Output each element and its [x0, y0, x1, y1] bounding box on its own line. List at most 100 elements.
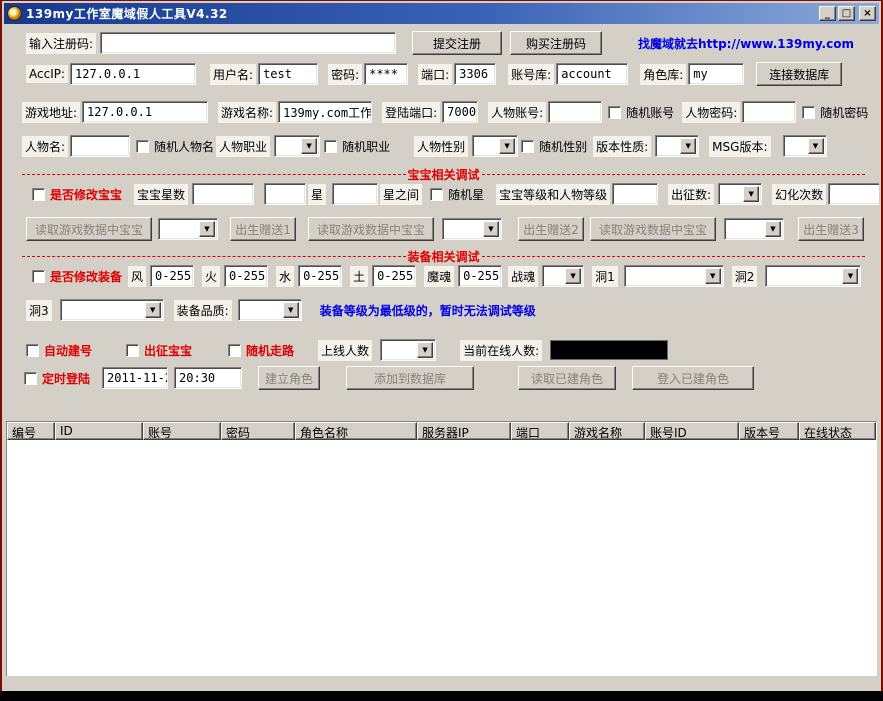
game-name-input[interactable]: 139my.com工作室: [278, 101, 372, 123]
buy-code-button[interactable]: 购买注册码: [510, 31, 602, 55]
random-gender-checkbox[interactable]: [521, 140, 534, 153]
submit-registration-button[interactable]: 提交注册: [412, 31, 502, 55]
hole2-select[interactable]: ▼: [765, 265, 861, 287]
col-header-game-name[interactable]: 游戏名称: [569, 422, 645, 440]
random-account-checkbox[interactable]: [608, 106, 621, 119]
pet-stars-input-3[interactable]: [332, 183, 378, 205]
dropdown-arrow-icon[interactable]: ▼: [765, 221, 781, 237]
birth-gift-1-button[interactable]: 出生赠送1: [230, 217, 296, 241]
version-select[interactable]: ▼: [655, 135, 699, 157]
acc-ip-input[interactable]: 127.0.0.1: [70, 63, 196, 85]
create-role-button[interactable]: 建立角色: [258, 366, 320, 390]
random-name-checkbox[interactable]: [136, 140, 149, 153]
read-roles-button[interactable]: 读取已建角色: [518, 366, 616, 390]
fire-input[interactable]: 0-255: [224, 265, 268, 287]
dropdown-arrow-icon[interactable]: ▼: [301, 138, 317, 154]
titlebar[interactable]: 139my工作室魔域假人工具V4.32 _ □ ×: [4, 3, 879, 24]
col-header-role-name[interactable]: 角色名称: [295, 422, 417, 440]
maximize-button[interactable]: □: [838, 6, 855, 21]
read-pet-data-button-2[interactable]: 读取游戏数据中宝宝: [308, 217, 434, 241]
col-header-server-ip[interactable]: 服务器IP: [417, 422, 511, 440]
game-address-input[interactable]: 127.0.0.1: [82, 101, 208, 123]
reg-code-input[interactable]: [100, 32, 396, 54]
job-select[interactable]: ▼: [274, 135, 320, 157]
login-time-input[interactable]: 20:30: [174, 367, 242, 389]
water-input[interactable]: 0-255: [298, 265, 342, 287]
random-gender-label: 随机性别: [539, 138, 587, 155]
read-pet-data-button-1[interactable]: 读取游戏数据中宝宝: [26, 217, 152, 241]
db-port-input[interactable]: 3306: [454, 63, 496, 85]
random-walk-checkbox[interactable]: [228, 344, 241, 357]
pet-select-1[interactable]: ▼: [158, 218, 218, 240]
pet-level-input[interactable]: [612, 183, 658, 205]
dropdown-arrow-icon[interactable]: ▼: [743, 186, 759, 202]
col-header-password[interactable]: 密码: [221, 422, 295, 440]
birth-gift-2-button[interactable]: 出生赠送2: [518, 217, 584, 241]
login-date-input[interactable]: 2011-11-26: [102, 367, 168, 389]
battle-soul-select[interactable]: ▼: [542, 265, 584, 287]
pet-section-divider: 宝宝相关调试: [22, 168, 865, 180]
morph-count-input[interactable]: [828, 183, 879, 205]
hole1-select[interactable]: ▼: [624, 265, 724, 287]
dropdown-arrow-icon[interactable]: ▼: [417, 342, 433, 358]
dropdown-arrow-icon[interactable]: ▼: [145, 302, 161, 318]
char-name-input[interactable]: [70, 135, 130, 157]
db-password-input[interactable]: ****: [364, 63, 408, 85]
login-port-input[interactable]: 7000: [442, 101, 478, 123]
online-count-select[interactable]: ▼: [380, 339, 436, 361]
earth-input[interactable]: 0-255: [372, 265, 416, 287]
scheduled-login-checkbox[interactable]: [24, 372, 37, 385]
quality-select[interactable]: ▼: [238, 299, 302, 321]
login-roles-button[interactable]: 登入已建角色: [632, 366, 754, 390]
col-header-version[interactable]: 版本号: [739, 422, 799, 440]
promo-link[interactable]: 找魔域就去http://www.139my.com: [638, 35, 854, 52]
random-star-checkbox[interactable]: [430, 188, 443, 201]
char-account-input[interactable]: [548, 101, 602, 123]
char-password-input[interactable]: [742, 101, 796, 123]
connect-db-button[interactable]: 连接数据库: [756, 62, 842, 86]
modify-equipment-checkbox[interactable]: [32, 270, 45, 283]
col-header-number[interactable]: 编号: [7, 422, 55, 440]
random-job-checkbox[interactable]: [324, 140, 337, 153]
random-job-label: 随机职业: [342, 138, 390, 155]
role-db-input[interactable]: my: [688, 63, 744, 85]
col-header-online-status[interactable]: 在线状态: [799, 422, 876, 440]
modify-pet-checkbox[interactable]: [32, 188, 45, 201]
account-db-input[interactable]: account: [556, 63, 628, 85]
dropdown-arrow-icon[interactable]: ▼: [499, 138, 515, 154]
read-pet-data-button-3[interactable]: 读取游戏数据中宝宝: [590, 217, 716, 241]
hole3-select[interactable]: ▼: [60, 299, 164, 321]
auto-create-checkbox[interactable]: [26, 344, 39, 357]
minimize-icon: _: [825, 8, 830, 19]
pet-stars-input-2[interactable]: [264, 183, 306, 205]
pet-expedition-checkbox[interactable]: [126, 344, 139, 357]
gender-select[interactable]: ▼: [472, 135, 518, 157]
msg-version-select[interactable]: ▼: [783, 135, 827, 157]
db-user-input[interactable]: test: [258, 63, 318, 85]
col-header-account-id[interactable]: 账号ID: [645, 422, 739, 440]
col-header-port[interactable]: 端口: [511, 422, 569, 440]
pet-select-2[interactable]: ▼: [442, 218, 502, 240]
minimize-button[interactable]: _: [819, 6, 836, 21]
random-password-checkbox[interactable]: [802, 106, 815, 119]
hole1-label: 洞1: [592, 266, 618, 287]
close-button[interactable]: ×: [859, 6, 876, 21]
pet-select-3[interactable]: ▼: [724, 218, 784, 240]
wind-input[interactable]: 0-255: [150, 265, 194, 287]
add-to-db-button[interactable]: 添加到数据库: [346, 366, 474, 390]
dropdown-arrow-icon[interactable]: ▼: [565, 268, 581, 284]
dropdown-arrow-icon[interactable]: ▼: [680, 138, 696, 154]
dropdown-arrow-icon[interactable]: ▼: [808, 138, 824, 154]
expedition-count-select[interactable]: ▼: [718, 183, 762, 205]
dropdown-arrow-icon[interactable]: ▼: [283, 302, 299, 318]
magic-soul-input[interactable]: 0-255: [458, 265, 502, 287]
col-header-account[interactable]: 账号: [143, 422, 221, 440]
dropdown-arrow-icon[interactable]: ▼: [483, 221, 499, 237]
dropdown-arrow-icon[interactable]: ▼: [199, 221, 215, 237]
birth-gift-3-button[interactable]: 出生赠送3: [798, 217, 864, 241]
dropdown-arrow-icon[interactable]: ▼: [705, 268, 721, 284]
main-content: 输入注册码: 提交注册 购买注册码 找魔域就去http://www.139my.…: [4, 24, 879, 676]
col-header-id[interactable]: ID: [55, 422, 143, 440]
pet-stars-input-1[interactable]: [192, 183, 254, 205]
dropdown-arrow-icon[interactable]: ▼: [842, 268, 858, 284]
